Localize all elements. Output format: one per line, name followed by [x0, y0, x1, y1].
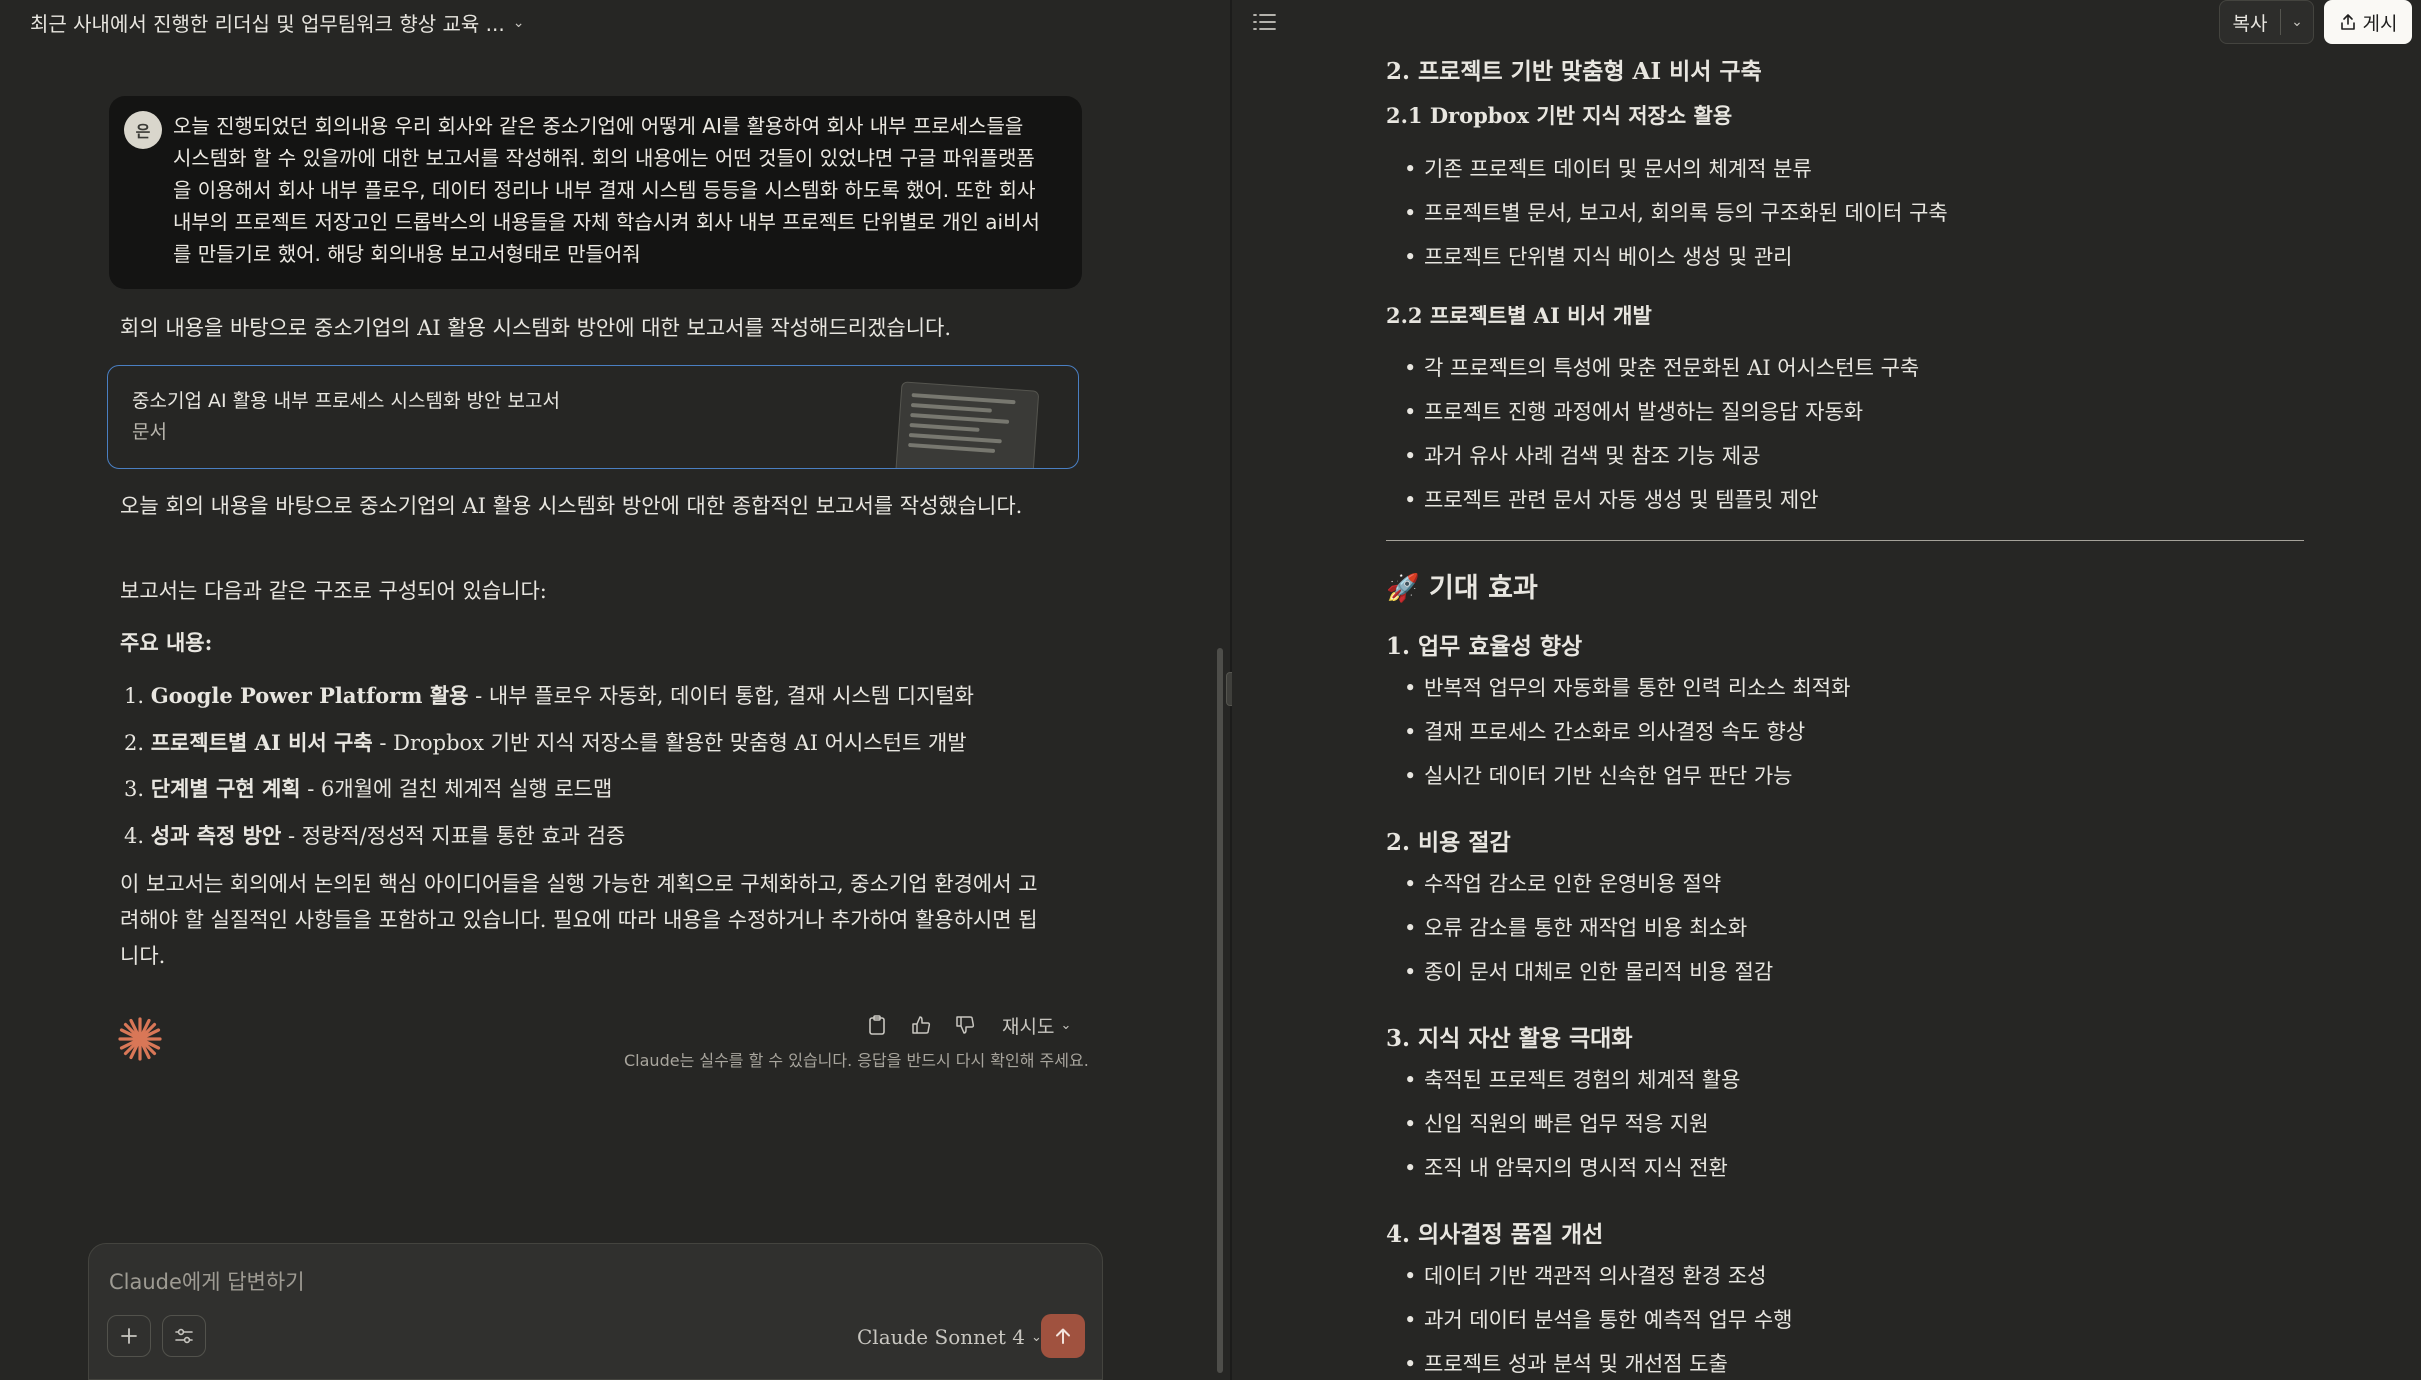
user-message-text: 오늘 진행되었던 회의내용 우리 회사와 같은 중소기업에 어떻게 AI를 활용…	[173, 114, 1040, 266]
share-icon	[2340, 14, 2355, 30]
divider	[1386, 540, 2304, 541]
chevron-down-icon: ⌄	[512, 14, 525, 31]
list-item: 과거 데이터 분석을 통한 예측적 업무 수행	[1406, 1304, 1793, 1348]
model-name: Claude Sonnet 4	[857, 1325, 1025, 1349]
list-item: 각 프로젝트의 특성에 맞춘 전문화된 AI 어시스턴트 구축	[1406, 352, 1919, 396]
list-item: 1. Google Power Platform 활용 - 내부 플로우 자동화…	[124, 683, 974, 708]
artifact-thumbnail	[894, 381, 1040, 468]
artifact-type-label: 문서	[132, 421, 167, 443]
list-item: 4. 성과 측정 방안 - 정량적/정성적 지표를 통한 효과 검증	[124, 822, 626, 848]
retry-button[interactable]: 재시도 ⌄	[1002, 1012, 1071, 1039]
copy-icon[interactable]	[862, 1010, 892, 1040]
section-heading: 3. 지식 자산 활용 극대화	[1386, 1025, 1633, 1052]
disclaimer: Claude는 실수를 할 수 있습니다. 응답을 반드시 다시 확인해 주세요…	[624, 1051, 1089, 1070]
bullet-list: 수작업 감소로 인한 운영비용 절약 오류 감소를 통한 재작업 비용 최소화 …	[1406, 868, 1773, 1000]
section-heading: 4. 의사결정 품질 개선	[1386, 1221, 1604, 1248]
assistant-intro: 회의 내용을 바탕으로 중소기업의 AI 활용 시스템화 방안에 대한 보고서를…	[120, 316, 952, 340]
send-button[interactable]	[1041, 1314, 1085, 1358]
bullet-list: 기존 프로젝트 데이터 및 문서의 체계적 분류 프로젝트별 문서, 보고서, …	[1406, 153, 1948, 285]
list-item: 프로젝트 관련 문서 자동 생성 및 템플릿 제안	[1406, 484, 1919, 528]
claude-logo-icon	[118, 1017, 162, 1061]
list-item: 종이 문서 대체로 인한 물리적 비용 절감	[1406, 956, 1773, 1000]
chevron-down-icon: ⌄	[2291, 14, 2303, 30]
plus-icon	[121, 1328, 137, 1344]
arrow-up-icon	[1056, 1328, 1070, 1344]
list-item: 오류 감소를 통한 재작업 비용 최소화	[1406, 912, 1773, 956]
list-item: 조직 내 암묵지의 명시적 지식 전환	[1406, 1152, 1741, 1196]
chevron-down-icon: ⌄	[1060, 1017, 1072, 1033]
list-item: 실시간 데이터 기반 신속한 업무 판단 가능	[1406, 760, 1850, 804]
list-item: 3. 단계별 구현 계획 - 6개월에 걸친 체계적 실행 로드맵	[124, 776, 613, 801]
document-pane: 복사 ⌄ 게시 2. 프로젝트 기반 맞춤형 AI 비서 구축 2.1 Drop…	[1232, 0, 2421, 1380]
section-heading: 1. 업무 효율성 향상	[1386, 633, 1583, 660]
list-item: 프로젝트별 문서, 보고서, 회의록 등의 구조화된 데이터 구축	[1406, 197, 1948, 241]
copy-button[interactable]: 복사	[2220, 9, 2280, 36]
bullet-list: 축적된 프로젝트 경험의 체계적 활용 신입 직원의 빠른 업무 적응 지원 조…	[1406, 1064, 1741, 1196]
list-item: 2. 프로젝트별 AI 비서 구축 - Dropbox 기반 지식 저장소를 활…	[124, 729, 967, 755]
user-message: 은 오늘 진행되었던 회의내용 우리 회사와 같은 중소기업에 어떻게 AI를 …	[109, 96, 1082, 289]
structure-intro: 보고서는 다음과 같은 구조로 구성되어 있습니다:	[120, 579, 547, 603]
artifact-title: 중소기업 AI 활용 내부 프로세스 시스템화 방안 보고서	[132, 390, 560, 412]
list-item: 반복적 업무의 자동화를 통한 인력 리소스 최적화	[1406, 672, 1850, 716]
artifact-card[interactable]: 중소기업 AI 활용 내부 프로세스 시스템화 방안 보고서 문서	[107, 365, 1079, 469]
thumbs-down-icon[interactable]	[950, 1010, 980, 1040]
chat-pane: 최근 사내에서 진행한 리더십 및 업무팀워크 향상 교육 ... ⌄ 은 오늘…	[0, 0, 1230, 1380]
list-item: 축적된 프로젝트 경험의 체계적 활용	[1406, 1064, 1741, 1108]
list-item: 프로젝트 성과 분석 및 개선점 도출	[1406, 1348, 1793, 1380]
assistant-paragraph: 오늘 회의 내용을 바탕으로 중소기업의 AI 활용 시스템화 방안에 대한 종…	[120, 494, 1023, 518]
scrollbar[interactable]	[1217, 648, 1223, 1373]
reply-input[interactable]: Claude에게 답변하기	[109, 1266, 305, 1296]
avatar: 은	[124, 111, 162, 149]
summary-list: 1. Google Power Platform 활용 - 내부 플로우 자동화…	[124, 678, 974, 864]
main-content-label: 주요 내용:	[120, 630, 213, 655]
copy-button-group: 복사 ⌄	[2219, 0, 2314, 44]
section-heading: 2. 비용 절감	[1386, 829, 1511, 856]
conversation-title[interactable]: 최근 사내에서 진행한 리더십 및 업무팀워크 향상 교육 ... ⌄	[30, 8, 524, 37]
add-button[interactable]	[107, 1315, 151, 1357]
conversation-title-text: 최근 사내에서 진행한 리더십 및 업무팀워크 향상 교육 ...	[30, 12, 505, 36]
bullet-list: 반복적 업무의 자동화를 통한 인력 리소스 최적화 결재 프로세스 간소화로 …	[1406, 672, 1850, 804]
bullet-list: 각 프로젝트의 특성에 맞춘 전문화된 AI 어시스턴트 구축 프로젝트 진행 …	[1406, 352, 1919, 528]
subsection-heading: 2.2 프로젝트별 AI 비서 개발	[1386, 303, 1652, 328]
bullet-list: 데이터 기반 객관적 의사결정 환경 조성 과거 데이터 분석을 통한 예측적 …	[1406, 1260, 1793, 1380]
message-actions: 재시도 ⌄	[862, 1010, 1071, 1040]
thumbs-up-icon[interactable]	[906, 1010, 936, 1040]
copy-options-button[interactable]: ⌄	[2281, 14, 2313, 30]
publish-label: 게시	[2362, 12, 2398, 35]
subsection-heading: 2.1 Dropbox 기반 지식 저장소 활용	[1386, 103, 1733, 128]
list-item: 과거 유사 사례 검색 및 참조 기능 제공	[1406, 440, 1919, 484]
expected-effects-heading: 🚀 기대 효과	[1386, 573, 1538, 604]
list-item: 데이터 기반 객관적 의사결정 환경 조성	[1406, 1260, 1793, 1304]
list-item: 수작업 감소로 인한 운영비용 절약	[1406, 868, 1773, 912]
list-item: 신입 직원의 빠른 업무 적응 지원	[1406, 1108, 1741, 1152]
publish-button[interactable]: 게시	[2324, 0, 2412, 44]
model-selector[interactable]: Claude Sonnet 4 ⌄	[857, 1325, 1042, 1349]
retry-label: 재시도	[1002, 1015, 1055, 1038]
table-of-contents-icon[interactable]	[1252, 10, 1278, 34]
list-item: 기존 프로젝트 데이터 및 문서의 체계적 분류	[1406, 153, 1948, 197]
tools-button[interactable]	[162, 1315, 206, 1357]
section-heading: 2. 프로젝트 기반 맞춤형 AI 비서 구축	[1386, 58, 1762, 85]
list-item: 결재 프로세스 간소화로 의사결정 속도 향상	[1406, 716, 1850, 760]
sliders-icon	[175, 1328, 193, 1344]
closing-paragraph: 이 보고서는 회의에서 논의된 핵심 아이디어들을 실행 가능한 계획으로 구체…	[120, 872, 1038, 968]
composer: Claude에게 답변하기 Claude Sonnet 4 ⌄	[88, 1243, 1103, 1380]
list-item: 프로젝트 단위별 지식 베이스 생성 및 관리	[1406, 241, 1948, 285]
list-item: 프로젝트 진행 과정에서 발생하는 질의응답 자동화	[1406, 396, 1919, 440]
